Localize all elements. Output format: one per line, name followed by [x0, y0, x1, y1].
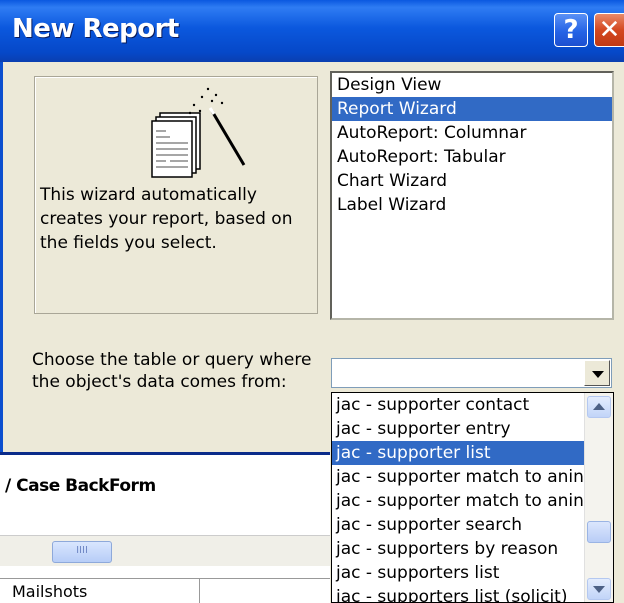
- scroll-thumb[interactable]: [587, 521, 611, 543]
- report-type-item[interactable]: AutoReport: Columnar: [332, 121, 612, 145]
- wizard-description: This wizard automatically creates your r…: [40, 185, 293, 253]
- dropdown-item[interactable]: jac - supporters by reason: [332, 537, 586, 561]
- close-icon: ✕: [598, 15, 621, 45]
- dropdown-item[interactable]: jac - supporter match to anin: [332, 489, 586, 513]
- source-combobox[interactable]: [331, 358, 612, 388]
- report-type-item-selected[interactable]: Report Wizard: [332, 97, 612, 121]
- report-type-list[interactable]: Design View Report Wizard AutoReport: Co…: [330, 71, 614, 320]
- background-cell: [200, 578, 330, 603]
- dropdown-item[interactable]: jac - supporter match to anin: [332, 465, 586, 489]
- background-tab-label: Mailshots: [12, 582, 88, 601]
- help-icon: ?: [563, 15, 579, 45]
- dropdown-scrollbar[interactable]: [584, 393, 613, 602]
- report-type-item[interactable]: Label Wizard: [332, 193, 612, 217]
- dropdown-item[interactable]: jac - supporters list (solicit): [332, 585, 586, 602]
- background-scroll-thumb[interactable]: IIII: [52, 541, 112, 563]
- dropdown-arrow-button[interactable]: [584, 360, 610, 386]
- background-window-text: / Case BackForm: [5, 476, 156, 496]
- help-button[interactable]: ?: [554, 13, 588, 47]
- dropdown-item[interactable]: jac - supporter contact: [332, 393, 586, 417]
- dialog-edge: [614, 392, 624, 603]
- scroll-down-icon[interactable]: [587, 578, 611, 600]
- report-type-item[interactable]: Design View: [332, 73, 612, 97]
- source-label: Choose the table or query where the obje…: [32, 350, 312, 392]
- report-type-item[interactable]: Chart Wizard: [332, 169, 612, 193]
- scroll-up-icon[interactable]: [587, 396, 611, 418]
- title-bar: New Report ? ✕: [0, 0, 624, 62]
- background-horizontal-scrollbar[interactable]: [0, 535, 330, 566]
- report-wizard-icon: [151, 87, 246, 178]
- dropdown-item[interactable]: jac - supporter search: [332, 513, 586, 537]
- report-type-item[interactable]: AutoReport: Tabular: [332, 145, 612, 169]
- close-button[interactable]: ✕: [594, 13, 624, 47]
- dropdown-item-selected[interactable]: jac - supporter list: [332, 441, 586, 465]
- dropdown-item[interactable]: jac - supporter entry: [332, 417, 586, 441]
- source-dropdown-list[interactable]: jac - supporter contact jac - supporter …: [331, 392, 614, 603]
- window-title: New Report: [12, 14, 179, 44]
- dropdown-item[interactable]: jac - supporters list: [332, 561, 586, 585]
